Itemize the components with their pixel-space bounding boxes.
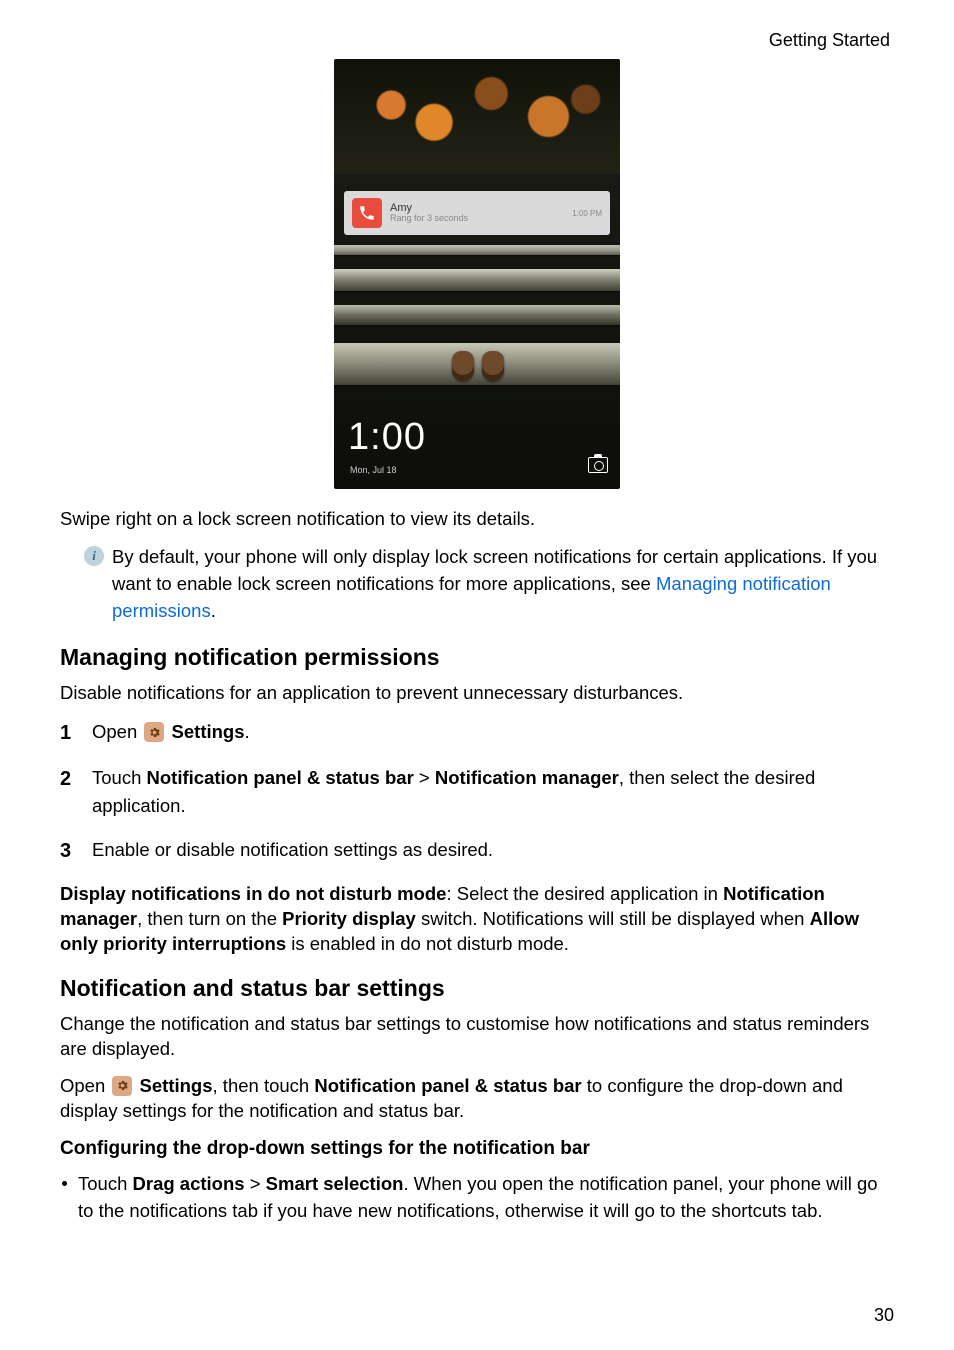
info-icon: i [84, 546, 104, 566]
bullet-bold: Drag actions [133, 1173, 245, 1194]
steps-list: 1 Open Settings. 2 Touch Notification pa… [60, 718, 894, 866]
boot-icon [482, 351, 504, 381]
step-bold: Notification panel & status bar [147, 767, 414, 788]
display-note: Display notifications in do not disturb … [60, 882, 894, 957]
bullet-item: Touch Drag actions > Smart selection. Wh… [60, 1170, 894, 1226]
lockscreen-bg-beam [334, 245, 620, 255]
lockscreen-date: Mon, Jul 18 [350, 465, 397, 475]
section2-intro: Change the notification and status bar s… [60, 1012, 894, 1062]
settings-icon [112, 1076, 132, 1096]
info-callout: i By default, your phone will only displ… [84, 544, 894, 624]
bullet-text: Touch [78, 1173, 133, 1194]
header-section-label: Getting Started [60, 30, 894, 51]
note-text: , then turn on the [137, 908, 282, 929]
text-bold: Notification panel & status bar [314, 1075, 581, 1096]
text-part: , then touch [213, 1075, 315, 1096]
step-text: > [414, 767, 435, 788]
note-text: is enabled in do not disturb mode. [286, 933, 569, 954]
text-part: Open [60, 1075, 110, 1096]
text-bold: Settings [140, 1075, 213, 1096]
bullet-bold: Smart selection [266, 1173, 404, 1194]
missed-call-icon [352, 198, 382, 228]
step-number: 1 [60, 718, 78, 748]
lockscreen-notification-text: Amy Rang for 3 seconds [390, 202, 564, 224]
note-text: : Select the desired application in [446, 883, 723, 904]
section1-intro: Disable notifications for an application… [60, 681, 894, 706]
lockscreen-clock: 1:00 [348, 416, 426, 459]
step-number: 3 [60, 836, 78, 866]
bullet-text: > [245, 1173, 266, 1194]
lock-screen-screenshot: Amy Rang for 3 seconds 1:00 PM 1:00 Mon,… [334, 59, 620, 489]
page: Getting Started Amy Rang for 3 seconds 1… [0, 0, 954, 1350]
step-number: 2 [60, 764, 78, 794]
step-item: 3 Enable or disable notification setting… [60, 836, 894, 866]
step-text: . [245, 721, 250, 742]
lockscreen-bg-beam [334, 305, 620, 325]
section2-open-line: Open Settings, then touch Notification p… [60, 1074, 894, 1124]
lockscreen-notification-time: 1:00 PM [572, 209, 602, 218]
camera-icon [588, 457, 608, 473]
step-body: Open Settings. [92, 718, 894, 746]
section-heading-notification-bar: Notification and status bar settings [60, 975, 894, 1002]
lockscreen-bg-boots [452, 351, 504, 381]
step-body: Enable or disable notification settings … [92, 836, 894, 864]
intro-text: Swipe right on a lock screen notificatio… [60, 507, 894, 532]
info-text: By default, your phone will only display… [112, 544, 894, 624]
subsection-heading-dropdown: Configuring the drop-down settings for t… [60, 1138, 894, 1160]
step-bold: Settings [172, 721, 245, 742]
lockscreen-wallpaper-top [334, 59, 620, 174]
lockscreen-notification-subtitle: Rang for 3 seconds [390, 214, 564, 224]
step-item: 2 Touch Notification panel & status bar … [60, 764, 894, 820]
step-bold: Notification manager [435, 767, 619, 788]
step-text: Touch [92, 767, 147, 788]
note-bold: Priority display [282, 908, 416, 929]
page-number: 30 [874, 1305, 894, 1326]
lockscreen-notification-card: Amy Rang for 3 seconds 1:00 PM [344, 191, 610, 235]
note-bold: Display notifications in do not disturb … [60, 883, 446, 904]
step-body: Touch Notification panel & status bar > … [92, 764, 894, 820]
step-item: 1 Open Settings. [60, 718, 894, 748]
section-heading-managing-permissions: Managing notification permissions [60, 644, 894, 671]
note-text: switch. Notifications will still be disp… [416, 908, 810, 929]
boot-icon [452, 351, 474, 381]
step-text: Open [92, 721, 142, 742]
info-text-after-link: . [211, 600, 216, 621]
hero-container: Amy Rang for 3 seconds 1:00 PM 1:00 Mon,… [60, 59, 894, 489]
lockscreen-bg-beam [334, 269, 620, 291]
settings-icon [144, 722, 164, 742]
bullet-list: Touch Drag actions > Smart selection. Wh… [60, 1170, 894, 1226]
